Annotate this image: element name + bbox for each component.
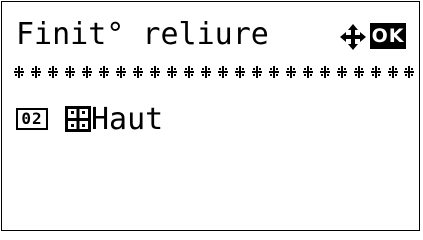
lcd-screen: Finit° reliure OK 02 Haut [1,1,420,231]
title-divider [14,66,414,78]
four-way-arrow-icon [340,24,366,50]
ok-key-icon: OK [370,23,406,49]
screen-title: Finit° reliure [16,17,269,52]
option-number-badge: 02 [16,108,48,130]
option-label: Haut [91,102,164,137]
top-binding-icon [65,106,91,132]
